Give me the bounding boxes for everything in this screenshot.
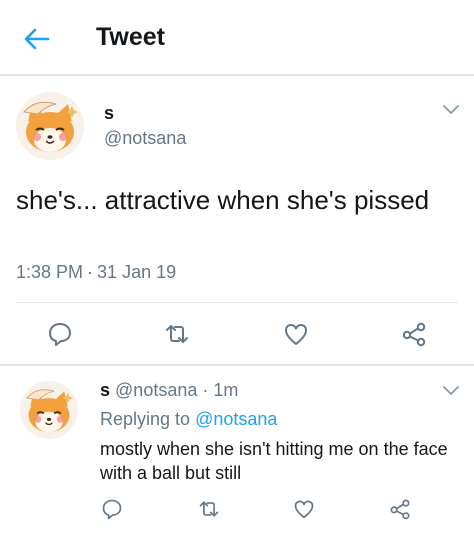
reply-text: mostly when she isn't hitting me on the … [100,439,448,483]
top-bar: Tweet [0,0,474,76]
page-title: Tweet [96,23,165,51]
tweet-text: she's... attractive when she's pissed [16,185,430,215]
replying-to-label: Replying to [100,409,191,429]
reply-button[interactable] [47,321,73,347]
divider [16,302,458,303]
divider [0,364,474,366]
share-icon [390,499,410,520]
shiba-avatar-icon [16,92,84,160]
reply-actions [0,498,474,524]
like-button[interactable] [293,498,315,520]
avatar[interactable] [20,381,78,439]
reply-author-name[interactable]: s [100,380,110,400]
share-icon [402,322,426,347]
tweet-actions [0,318,474,350]
arrow-left-icon [24,28,50,50]
tweet-detail-screen: Tweet s @notsana she's... attractive whe… [0,0,474,539]
chevron-down-icon [443,386,459,395]
share-button[interactable] [389,498,411,520]
retweet-button[interactable] [164,321,190,347]
reply-icon [49,323,71,346]
author-name[interactable]: s [104,103,114,124]
more-options-button[interactable] [442,103,460,115]
more-options-button[interactable] [442,384,460,396]
retweet-icon [199,501,219,517]
like-button[interactable] [283,321,309,347]
reply-author-handle[interactable]: @notsana [115,380,197,400]
reply-time: 1m [213,380,239,400]
meta-separator: · [202,380,209,400]
back-button[interactable] [22,24,52,54]
tweet-date: 31 Jan 19 [97,262,177,282]
author-handle[interactable]: @notsana [104,128,186,149]
share-button[interactable] [401,321,427,347]
heart-icon [285,324,307,345]
retweet-icon [166,325,188,343]
tweet-time: 1:38 PM [16,262,84,282]
tweet-timestamp: 1:38 PM · 31 Jan 19 [16,262,176,283]
meta-separator: · [87,262,94,282]
heart-icon [294,500,314,519]
retweet-button[interactable] [198,498,220,520]
shiba-avatar-icon [20,381,78,439]
replying-to-link[interactable]: @notsana [195,409,277,429]
replying-to: Replying to @notsana [100,409,277,430]
reply-header: s @notsana · 1m [100,380,238,401]
reply-button[interactable] [101,498,123,520]
avatar[interactable] [16,92,84,160]
reply-icon [102,499,122,520]
chevron-down-icon [443,105,459,114]
